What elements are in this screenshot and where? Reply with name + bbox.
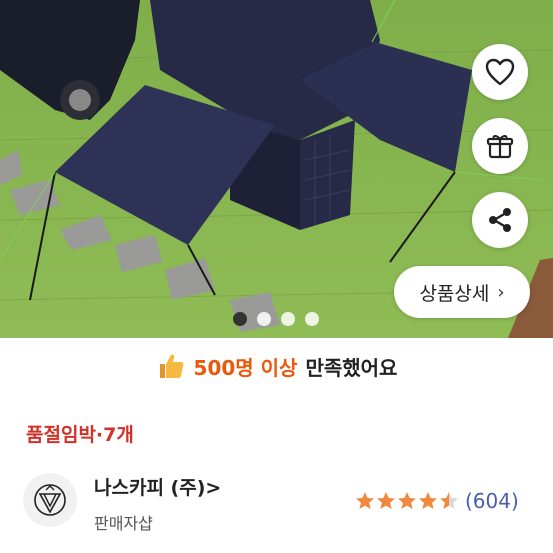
star-icon xyxy=(377,492,395,509)
star-icon xyxy=(419,492,437,509)
seller-subtitle: 판매자샵 xyxy=(94,514,153,533)
star-icon xyxy=(398,492,416,509)
carousel-dot[interactable] xyxy=(305,312,319,326)
share-button[interactable] xyxy=(472,192,528,248)
rating-summary[interactable]: (604) xyxy=(355,489,519,513)
thumbs-up-icon xyxy=(159,354,183,378)
gift-icon xyxy=(486,135,514,159)
star-icon xyxy=(440,492,458,509)
product-detail-button[interactable]: 상품상세 › xyxy=(394,266,530,318)
satisfaction-highlight: 500명 이상 xyxy=(193,355,298,380)
satisfaction-text: 만족했어요 xyxy=(305,355,398,380)
seller-name: 나스카피 (주) xyxy=(94,477,206,499)
seller-logo[interactable] xyxy=(23,473,77,527)
like-button[interactable] xyxy=(472,44,528,100)
carousel-indicator xyxy=(233,312,319,326)
share-icon xyxy=(489,208,511,232)
product-detail-label: 상품상세 xyxy=(419,282,490,305)
gift-button[interactable] xyxy=(472,118,528,174)
satisfaction-banner: 500명 이상 만족했어요 xyxy=(0,346,553,386)
chevron-right-icon: › xyxy=(497,281,505,303)
chevron-right-icon: > xyxy=(205,477,222,499)
carousel-dot[interactable] xyxy=(233,312,247,326)
carousel-dot[interactable] xyxy=(257,312,271,326)
seller-emblem-icon xyxy=(34,484,66,516)
heart-icon xyxy=(485,58,515,86)
carousel-dot[interactable] xyxy=(281,312,295,326)
seller-name-link[interactable]: 나스카피 (주)> xyxy=(94,473,221,500)
product-image-carousel[interactable]: 상품상세 › xyxy=(0,0,553,338)
stock-warning: 품절임박·7개 xyxy=(26,424,134,446)
review-count[interactable]: (604) xyxy=(465,489,519,513)
star-rating xyxy=(355,491,459,511)
star-icon xyxy=(356,492,374,509)
